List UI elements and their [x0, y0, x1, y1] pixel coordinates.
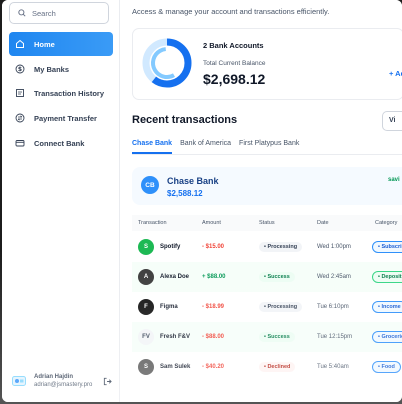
table-header: Transaction Amount Status Date Category — [132, 215, 402, 231]
search-input[interactable]: Search — [9, 2, 109, 24]
status-badge: • Processing — [259, 242, 303, 252]
logout-icon[interactable] — [103, 377, 112, 386]
balance-card: 2 Bank Accounts Total Current Balance $2… — [132, 28, 402, 100]
user-name: Adrian Hajdin — [34, 374, 74, 380]
transaction-avatar: A — [138, 269, 154, 285]
home-icon — [15, 39, 25, 49]
transaction-amount: + $88.00 — [202, 274, 226, 280]
column-amount: Amount — [202, 220, 221, 226]
category-badge: • Food — [372, 361, 401, 373]
bank-info-card: CB Chase Bank $2,588.12 savi — [132, 167, 402, 205]
total-balance-label: Total Current Balance — [203, 60, 266, 67]
bank-accounts-count: 2 Bank Accounts — [203, 41, 264, 50]
bank-card-icon — [15, 138, 25, 148]
transaction-date: Wed 2:45am — [317, 274, 351, 280]
tab-chase-bank[interactable]: Chase Bank — [132, 140, 173, 154]
table-row[interactable]: A Alexa Doe + $88.00 • Success Wed 2:45a… — [132, 262, 402, 292]
main-content: Access & manage your account and transac… — [120, 0, 402, 402]
user-email: adrian@jsmastery.pro — [34, 382, 93, 388]
transaction-avatar: FV — [138, 329, 154, 345]
status-badge: • Processing — [259, 302, 303, 312]
tab-bank-of-america[interactable]: Bank of America — [180, 140, 231, 154]
status-badge: • Success — [259, 332, 295, 342]
transaction-date: Wed 1:00pm — [317, 244, 351, 250]
transaction-avatar: S — [138, 359, 154, 375]
sidebar-item-transaction-history[interactable]: Transaction History — [9, 81, 113, 105]
tab-divider — [132, 154, 402, 155]
view-all-button[interactable]: Vi — [382, 111, 402, 131]
transaction-name: Spotify — [160, 244, 181, 250]
search-placeholder: Search — [32, 8, 56, 18]
transaction-amount: - $40.20 — [202, 364, 225, 370]
transaction-amount: - $88.00 — [202, 334, 225, 340]
total-balance-value: $2,698.12 — [203, 71, 266, 87]
status-badge: • Declined — [259, 362, 296, 372]
category-badge: • Income — [372, 301, 402, 313]
sidebar: Search Home $ My Banks Transaction Histo… — [2, 0, 120, 402]
sidebar-item-my-banks[interactable]: $ My Banks — [9, 57, 113, 81]
transfer-icon — [15, 113, 25, 123]
table-row[interactable]: F Figma - $18.99 • Processing Tue 6:10pm… — [132, 292, 402, 322]
bank-tabs: Chase Bank Bank of America First Platypu… — [132, 140, 307, 154]
category-badge: • Deposit — [372, 271, 402, 283]
column-category: Category — [375, 220, 398, 226]
transaction-avatar: F — [138, 299, 154, 315]
sidebar-item-label: Transaction History — [34, 88, 105, 98]
transaction-amount: - $15.00 — [202, 244, 225, 250]
transaction-avatar: S — [138, 239, 154, 255]
search-icon — [18, 9, 26, 17]
recent-transactions-title: Recent transactions — [132, 114, 238, 126]
category-badge: • Subscrip — [372, 241, 402, 253]
status-badge: • Success — [259, 272, 295, 282]
user-logo-icon — [12, 376, 26, 386]
transaction-name: Alexa Doe — [160, 274, 190, 280]
user-profile[interactable]: Adrian Hajdin adrian@jsmastery.pro — [12, 370, 112, 392]
bank-name: Chase Bank — [167, 176, 219, 186]
column-transaction: Transaction — [138, 220, 167, 226]
bank-balance: $2,588.12 — [167, 189, 203, 198]
table-row[interactable]: FV Fresh F&V - $88.00 • Success Tue 12:1… — [132, 322, 402, 352]
sidebar-item-label: My Banks — [34, 64, 70, 74]
header-subtitle: Access & manage your account and transac… — [132, 7, 330, 16]
category-badge: • Groceries — [372, 331, 402, 343]
transaction-amount: - $18.99 — [202, 304, 225, 310]
table-row[interactable]: S Spotify - $15.00 • Processing Wed 1:00… — [132, 232, 402, 262]
transaction-name: Fresh F&V — [160, 334, 191, 340]
transaction-date: Tue 12:15pm — [317, 334, 353, 340]
tab-first-platypus-bank[interactable]: First Platypus Bank — [239, 140, 299, 154]
bank-initials-avatar: CB — [141, 176, 159, 194]
receipt-icon — [15, 88, 25, 98]
column-date: Date — [317, 220, 329, 226]
transaction-name: Figma — [160, 304, 178, 310]
column-status: Status — [259, 220, 275, 226]
svg-text:$: $ — [18, 66, 22, 73]
sidebar-item-home[interactable]: Home — [9, 32, 113, 56]
sidebar-item-payment-transfer[interactable]: Payment Transfer — [9, 106, 113, 130]
sidebar-item-label: Payment Transfer — [34, 113, 97, 123]
app-window: Search Home $ My Banks Transaction Histo… — [2, 0, 402, 402]
dollar-circle-icon: $ — [15, 64, 25, 74]
balance-donut-chart — [142, 38, 192, 88]
sidebar-item-connect-bank[interactable]: Connect Bank — [9, 131, 113, 155]
transaction-date: Tue 5:40am — [317, 364, 349, 370]
transaction-date: Tue 6:10pm — [317, 304, 349, 310]
add-bank-button[interactable]: + Add — [389, 69, 402, 78]
account-type-badge: savi — [388, 177, 400, 183]
transaction-name: Sam Sulek — [160, 364, 191, 370]
sidebar-item-label: Connect Bank — [34, 138, 85, 148]
sidebar-item-label: Home — [34, 39, 55, 49]
table-row[interactable]: S Sam Sulek - $40.20 • Declined Tue 5:40… — [132, 352, 402, 382]
